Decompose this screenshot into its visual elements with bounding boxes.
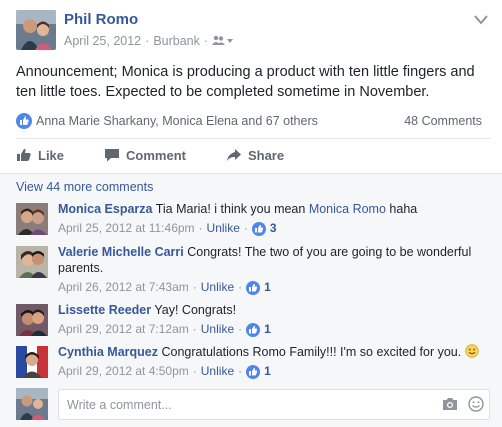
thumbs-up-icon[interactable] bbox=[246, 281, 261, 295]
comment-meta: April 29, 2012 at 7:12am · Unlike · 1 bbox=[58, 321, 494, 337]
meta-dot: · bbox=[198, 221, 203, 235]
comment-date[interactable]: April 26, 2012 at 7:43am bbox=[58, 279, 189, 295]
comments-section: View 44 more comments Monica Esparza Tia… bbox=[0, 174, 502, 427]
comment-body: Cynthia Marquez Congratulations Romo Fam… bbox=[58, 344, 494, 379]
unlike-button[interactable]: Unlike bbox=[201, 279, 234, 295]
comment-text: Yay! Congrats! bbox=[154, 303, 237, 317]
avatar[interactable] bbox=[16, 346, 48, 378]
unlike-button[interactable]: Unlike bbox=[201, 363, 234, 379]
commenter-name[interactable]: Cynthia Marquez bbox=[58, 345, 158, 359]
friends-icon[interactable] bbox=[212, 35, 234, 47]
share-button[interactable]: Share bbox=[226, 144, 284, 166]
thumbs-up-icon[interactable] bbox=[251, 222, 266, 236]
facebook-post: Phil Romo April 25, 2012 · Burbank · Ann… bbox=[0, 0, 502, 427]
post-location[interactable]: Burbank bbox=[153, 34, 200, 48]
post-header: Phil Romo April 25, 2012 · Burbank · bbox=[16, 10, 490, 52]
smiley-emoji-icon bbox=[465, 344, 479, 358]
share-arrow-icon bbox=[226, 149, 241, 161]
smiley-icon[interactable] bbox=[468, 396, 484, 412]
commenter-name[interactable]: Monica Esparza bbox=[58, 202, 152, 216]
reactions-bar: Anna Marie Sharkany, Monica Elena and 67… bbox=[16, 112, 482, 130]
like-count[interactable]: 1 bbox=[264, 363, 271, 379]
meta-dot: · bbox=[238, 322, 243, 336]
speech-bubble-icon bbox=[105, 149, 120, 162]
meta-separator-2: · bbox=[203, 34, 209, 48]
comment-body: Valerie Michelle Carri Congrats! The two… bbox=[58, 244, 494, 295]
comment-meta: April 29, 2012 at 4:50pm · Unlike · 1 bbox=[58, 363, 494, 379]
comment-line: Lissette Reeder Yay! Congrats! bbox=[58, 302, 494, 318]
meta-dot: · bbox=[238, 280, 243, 294]
action-bar: Like Comment Share bbox=[16, 144, 482, 166]
avatar[interactable] bbox=[16, 203, 48, 235]
view-more-comments-link[interactable]: View 44 more comments bbox=[16, 180, 153, 194]
thumbs-up-icon[interactable] bbox=[246, 365, 261, 379]
thumbs-up-icon[interactable] bbox=[246, 323, 261, 337]
meta-separator: · bbox=[145, 34, 150, 48]
comment-body: Lissette Reeder Yay! Congrats! April 29,… bbox=[58, 302, 494, 337]
chevron-down-icon[interactable] bbox=[474, 12, 488, 25]
like-count[interactable]: 3 bbox=[270, 220, 277, 236]
divider bbox=[16, 138, 490, 139]
thumbs-up-icon bbox=[17, 148, 31, 161]
comment-date[interactable]: April 29, 2012 at 4:50pm bbox=[58, 363, 189, 379]
comment-text: Tia Maria! i think you mean bbox=[155, 202, 309, 216]
author-avatar[interactable] bbox=[16, 10, 56, 50]
like-count[interactable]: 1 bbox=[264, 279, 271, 295]
comment-date[interactable]: April 25, 2012 at 11:46pm bbox=[58, 220, 195, 236]
avatar[interactable] bbox=[16, 246, 48, 278]
comment-text: Congratulations Romo Family!!! I'm so ex… bbox=[161, 345, 462, 359]
post-text: Announcement; Monica is producing a prod… bbox=[16, 64, 475, 100]
meta-dot: · bbox=[192, 364, 197, 378]
post-date[interactable]: April 25, 2012 bbox=[64, 34, 141, 48]
comment-date[interactable]: April 29, 2012 at 7:12am bbox=[58, 321, 189, 337]
meta-dot: · bbox=[192, 280, 197, 294]
comment-button[interactable]: Comment bbox=[104, 144, 186, 166]
comment-line: Cynthia Marquez Congratulations Romo Fam… bbox=[58, 344, 494, 360]
reactors-list[interactable]: Anna Marie Sharkany, Monica Elena and 67… bbox=[36, 114, 318, 128]
camera-icon[interactable] bbox=[442, 397, 458, 411]
meta-dot: · bbox=[238, 364, 243, 378]
avatar[interactable] bbox=[16, 388, 48, 420]
comment-body: Monica Esparza Tia Maria! i think you me… bbox=[58, 201, 494, 236]
like-button[interactable]: Like bbox=[16, 144, 64, 166]
comment-meta: April 26, 2012 at 7:43am · Unlike · 1 bbox=[58, 279, 494, 295]
avatar[interactable] bbox=[16, 304, 48, 336]
like-label: Like bbox=[38, 147, 65, 163]
commenter-name[interactable]: Valerie Michelle Carri bbox=[58, 245, 184, 259]
comment-count[interactable]: 48 Comments bbox=[404, 114, 482, 128]
meta-dot: · bbox=[243, 221, 248, 235]
comment-line: Monica Esparza Tia Maria! i think you me… bbox=[58, 201, 494, 217]
post-meta: April 25, 2012 · Burbank · bbox=[64, 34, 234, 48]
unlike-button[interactable]: Unlike bbox=[207, 220, 240, 236]
meta-dot: · bbox=[192, 322, 197, 336]
author-name[interactable]: Phil Romo bbox=[64, 11, 138, 28]
comment-text-tail: haha bbox=[385, 202, 418, 216]
comment-input[interactable] bbox=[58, 389, 490, 420]
comment-label: Comment bbox=[126, 147, 186, 163]
comment-composer bbox=[16, 388, 492, 422]
like-badge-icon bbox=[16, 113, 32, 129]
comment-line: Valerie Michelle Carri Congrats! The two… bbox=[58, 244, 494, 276]
share-label: Share bbox=[247, 147, 285, 163]
unlike-button[interactable]: Unlike bbox=[201, 321, 234, 337]
like-count[interactable]: 1 bbox=[264, 321, 271, 337]
comment-meta: April 25, 2012 at 11:46pm · Unlike · 3 bbox=[58, 220, 494, 236]
mention-link[interactable]: Monica Romo bbox=[309, 202, 386, 216]
commenter-name[interactable]: Lissette Reeder bbox=[58, 303, 151, 317]
